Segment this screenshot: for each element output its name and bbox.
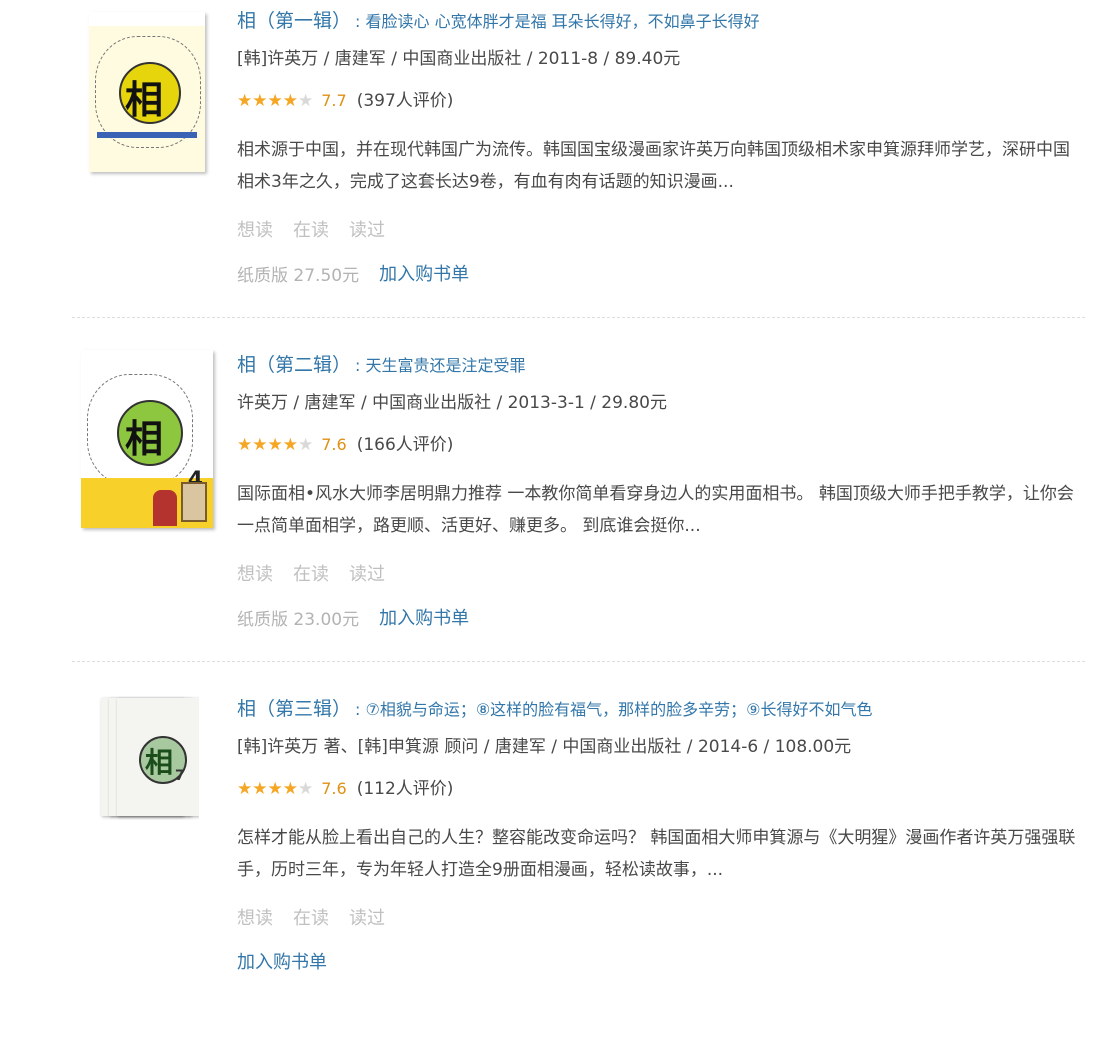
book-cover[interactable]: 相 4	[72, 350, 222, 528]
book-publication-info: [韩]许英万 著、[韩]申箕源 顾问 / 唐建军 / 中国商业出版社 / 201…	[237, 737, 852, 757]
have-read-button[interactable]: 读过	[349, 560, 385, 586]
rating-row: ★ ★ ★ ★ ★ 7.7 (397人评价)	[237, 88, 1085, 114]
book-cover[interactable]: 相 7	[72, 694, 222, 824]
book-title-link[interactable]: 相（第二辑）	[237, 354, 351, 376]
star-full-icon: ★	[252, 778, 268, 799]
star-full-icon: ★	[267, 90, 283, 111]
paper-edition-price: 纸质版 23.00元	[237, 609, 360, 630]
rating-stars: ★ ★ ★ ★ ★	[237, 434, 314, 455]
paper-edition-price: 纸质版 27.50元	[237, 265, 360, 286]
rating-score: 7.6	[321, 779, 347, 798]
rating-count: (166人评价)	[356, 435, 454, 455]
star-empty-icon: ★	[298, 434, 314, 455]
book-cover-vol3-icon[interactable]: 相 7	[95, 694, 199, 824]
rating-count: (112人评价)	[356, 779, 454, 799]
buy-row: 纸质版 27.50元 加入购书单	[237, 260, 1085, 286]
book-description: 相术源于中国，并在现代韩国广为流传。韩国国宝级漫画家许英万向韩国顶级相术家申箕源…	[237, 140, 1070, 192]
rating-score: 7.6	[321, 435, 347, 454]
star-empty-icon: ★	[298, 778, 314, 799]
star-full-icon: ★	[282, 434, 298, 455]
book-subtitle: : ⑦相貌与命运；⑧这样的脸有福气，那样的脸多辛劳；⑨长得好不如气色	[355, 700, 873, 719]
star-full-icon: ★	[252, 90, 268, 111]
reading-status-actions: 想读 在读 读过	[237, 216, 1085, 242]
star-full-icon: ★	[237, 90, 253, 111]
rating-stars: ★ ★ ★ ★ ★	[237, 90, 314, 111]
add-to-booklist-button[interactable]: 加入购书单	[379, 260, 469, 286]
title-row: 相（第三辑）: ⑦相貌与命运；⑧这样的脸有福气，那样的脸多辛劳；⑨长得好不如气色	[237, 694, 1085, 724]
book-item: 相 7 相（第三辑）: ⑦相貌与命运；⑧这样的脸有福气，那样的脸多辛劳；⑨长得好…	[72, 662, 1085, 1041]
book-title-link[interactable]: 相（第一辑）	[237, 10, 351, 32]
rating-row: ★ ★ ★ ★ ★ 7.6 (112人评价)	[237, 776, 1085, 802]
book-description: 国际面相•风水大师李居明鼎力推荐 一本教你简单看穿身边人的实用面相书。 韩国顶级…	[237, 484, 1074, 536]
star-empty-icon: ★	[298, 90, 314, 111]
star-full-icon: ★	[267, 778, 283, 799]
want-to-read-button[interactable]: 想读	[237, 216, 273, 242]
book-cover-vol1-icon[interactable]: 相	[89, 12, 205, 172]
book-description: 怎样才能从脸上看出自己的人生？整容能改变命运吗？ 韩国面相大师申箕源与《大明猩》…	[237, 828, 1076, 880]
book-info: 相（第三辑）: ⑦相貌与命运；⑧这样的脸有福气，那样的脸多辛劳；⑨长得好不如气色…	[237, 694, 1085, 974]
rating-row: ★ ★ ★ ★ ★ 7.6 (166人评价)	[237, 432, 1085, 458]
book-publication-info: 许英万 / 唐建军 / 中国商业出版社 / 2013-3-1 / 29.80元	[237, 393, 667, 413]
book-cover-vol2-icon[interactable]: 相 4	[81, 350, 213, 528]
book-info: 相（第二辑）: 天生富贵还是注定受罪 许英万 / 唐建军 / 中国商业出版社 /…	[237, 350, 1085, 630]
reading-button[interactable]: 在读	[293, 216, 329, 242]
have-read-button[interactable]: 读过	[349, 216, 385, 242]
add-to-booklist-button[interactable]: 加入购书单	[379, 604, 469, 630]
title-row: 相（第二辑）: 天生富贵还是注定受罪	[237, 350, 1085, 380]
book-cover[interactable]: 相	[72, 12, 222, 172]
star-full-icon: ★	[237, 434, 253, 455]
add-to-booklist-button[interactable]: 加入购书单	[237, 948, 327, 974]
buy-row: 纸质版 23.00元 加入购书单	[237, 604, 1085, 630]
book-publication-info: [韩]许英万 / 唐建军 / 中国商业出版社 / 2011-8 / 89.40元	[237, 49, 681, 69]
rating-score: 7.7	[321, 91, 347, 110]
want-to-read-button[interactable]: 想读	[237, 904, 273, 930]
buy-row: 加入购书单	[237, 948, 1085, 974]
star-full-icon: ★	[267, 434, 283, 455]
reading-status-actions: 想读 在读 读过	[237, 560, 1085, 586]
book-info: 相（第一辑）: 看脸读心 心宽体胖才是福 耳朵长得好，不如鼻子长得好 [韩]许英…	[237, 6, 1085, 286]
book-item: 相 相（第一辑）: 看脸读心 心宽体胖才是福 耳朵长得好，不如鼻子长得好 [韩]…	[72, 0, 1085, 318]
have-read-button[interactable]: 读过	[349, 904, 385, 930]
rating-count: (397人评价)	[356, 91, 454, 111]
book-item: 相 4 相（第二辑）: 天生富贵还是注定受罪 许英万 / 唐建军 / 中国商业出…	[72, 318, 1085, 662]
title-row: 相（第一辑）: 看脸读心 心宽体胖才是福 耳朵长得好，不如鼻子长得好	[237, 6, 1085, 36]
star-full-icon: ★	[252, 434, 268, 455]
rating-stars: ★ ★ ★ ★ ★	[237, 778, 314, 799]
book-subtitle: : 看脸读心 心宽体胖才是福 耳朵长得好，不如鼻子长得好	[355, 12, 760, 31]
book-list: 相 相（第一辑）: 看脸读心 心宽体胖才是福 耳朵长得好，不如鼻子长得好 [韩]…	[0, 0, 1109, 1041]
book-title-link[interactable]: 相（第三辑）	[237, 698, 351, 720]
star-full-icon: ★	[282, 778, 298, 799]
star-full-icon: ★	[237, 778, 253, 799]
reading-button[interactable]: 在读	[293, 904, 329, 930]
reading-button[interactable]: 在读	[293, 560, 329, 586]
reading-status-actions: 想读 在读 读过	[237, 904, 1085, 930]
book-subtitle: : 天生富贵还是注定受罪	[355, 356, 526, 375]
want-to-read-button[interactable]: 想读	[237, 560, 273, 586]
star-full-icon: ★	[282, 90, 298, 111]
